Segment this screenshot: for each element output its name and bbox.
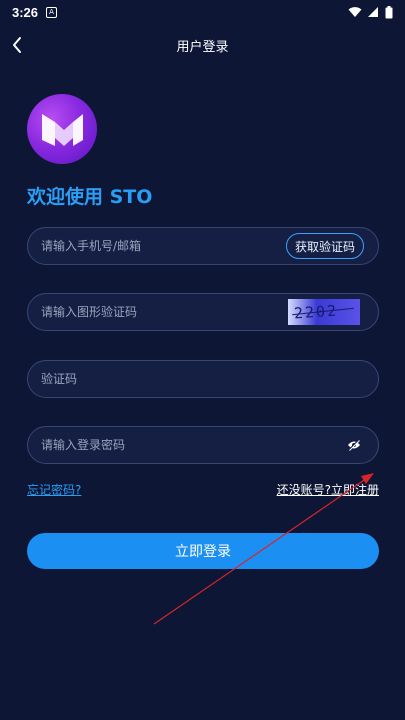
captcha-field: 2202 — [27, 293, 379, 331]
back-arrow-icon — [13, 37, 21, 53]
register-link[interactable]: 还没账号?立即注册 — [277, 481, 379, 498]
status-time: 3:26 — [12, 4, 39, 20]
header: 用户登录 — [0, 30, 405, 60]
eye-off-icon — [348, 439, 360, 451]
app-logo — [27, 94, 97, 164]
status-icons — [348, 5, 393, 19]
forgot-password-link[interactable]: 忘记密码? — [27, 481, 81, 498]
sms-code-input[interactable] — [41, 372, 378, 386]
back-button[interactable] — [8, 33, 32, 57]
account-input[interactable] — [41, 239, 286, 253]
page-title: 用户登录 — [176, 39, 229, 55]
battery-icon — [385, 5, 393, 18]
sms-code-field — [27, 360, 379, 398]
captcha-image[interactable]: 2202 — [288, 299, 360, 325]
password-input[interactable] — [41, 438, 346, 452]
welcome-heading: 欢迎使用 STO — [27, 186, 153, 208]
password-field — [27, 426, 379, 464]
get-code-button[interactable]: 获取验证码 — [285, 233, 364, 259]
login-button[interactable]: 立即登录 — [27, 533, 379, 569]
toggle-password-visibility[interactable] — [346, 437, 362, 453]
notification-icon: A — [46, 6, 58, 18]
wifi-icon — [348, 7, 362, 17]
account-field: 获取验证码 — [27, 227, 379, 265]
captcha-input[interactable] — [41, 305, 288, 319]
status-bar: 3:26 A — [0, 0, 405, 24]
signal-icon — [368, 7, 378, 17]
app-logo-icon — [42, 114, 83, 146]
